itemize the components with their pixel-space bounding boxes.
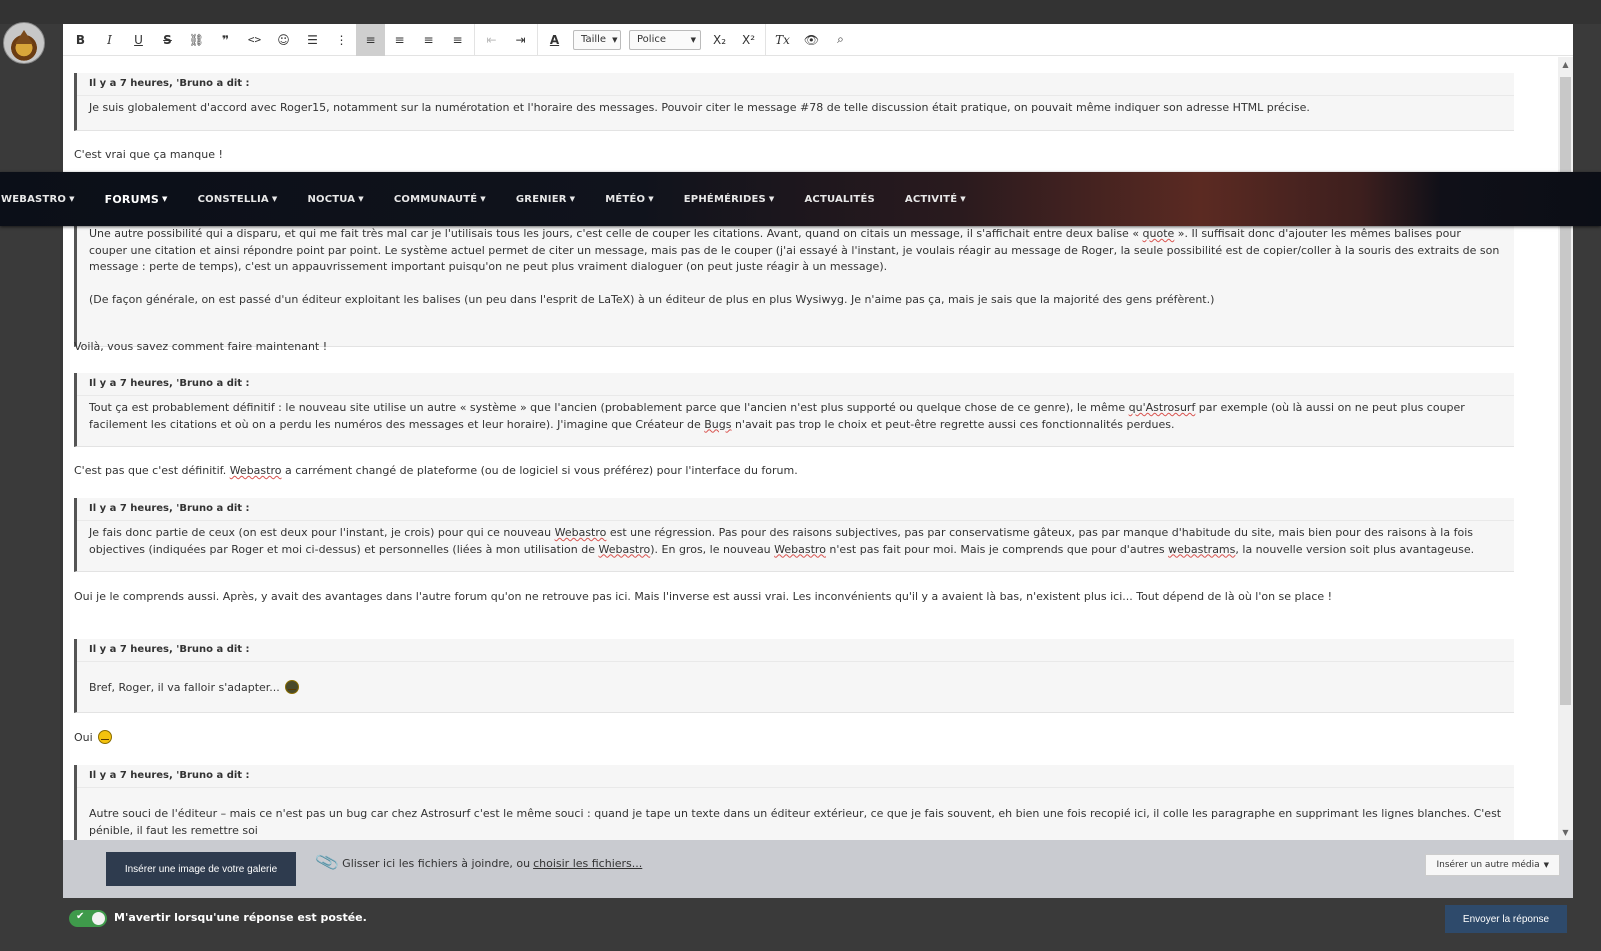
caret-down-icon: ▼ [648,195,654,203]
text-color-icon[interactable]: A [540,24,569,56]
bulleted-list-icon[interactable]: ☰ [298,24,327,56]
quote-block: Il y a 7 heures, 'Bruno a dit : Bref, Ro… [74,639,1514,713]
indent-icon[interactable]: ⇥ [506,24,535,56]
nav-actualites[interactable]: ACTUALITÉS [789,172,889,226]
quote-text: Je suis globalement d'accord avec Roger1… [89,101,1310,114]
link-icon[interactable]: ⛓ [182,24,211,56]
quote-text: Autre souci de l'éditeur – mais ce n'est… [89,807,1502,837]
toolbar-divider [537,23,538,56]
caret-down-icon: ▼ [358,195,364,203]
quote-icon[interactable]: ❞ [211,24,240,56]
nav-meteo[interactable]: MÉTÉO ▼ [590,172,669,226]
font-family-select[interactable]: Police ▼ [629,29,701,50]
reply-paragraph: Oui [74,730,1514,747]
file-drop-zone[interactable]: 📎 Glisser ici les fichiers à joindre, ou… [314,849,642,877]
drop-text: Glisser ici les fichiers à joindre, ou [342,856,531,870]
nav-noctua[interactable]: NOCTUA ▼ [292,172,378,226]
quote-header: Il y a 7 heures, 'Bruno a dit : [77,498,1514,521]
reply-paragraph: C'est vrai que ça manque ! [74,148,223,161]
user-avatar[interactable] [3,22,45,64]
caret-down-icon: ▼ [69,195,75,203]
insert-other-media-button[interactable]: Insérer un autre média ▼ [1425,854,1560,876]
quote-text: Je fais donc partie de ceux (on est deux… [89,526,1475,556]
quote-header: Il y a 7 heures, 'Bruno a dit : [77,639,1514,662]
quote-text: Une autre possibilité qui a disparu, et … [89,227,1500,273]
toggle-knob [92,912,105,925]
remove-format-icon[interactable]: Tx [768,24,797,56]
quote-block: Il y a 7 heures, 'Bruno a dit : Autre so… [74,765,1514,840]
underline-button[interactable]: U [124,24,153,56]
top-strip [0,0,1601,24]
emoji-icon [285,680,300,694]
footer-bar [0,898,1601,951]
nav-ephemerides[interactable]: EPHÉMÉRIDES ▼ [669,172,790,226]
caret-down-icon: ▼ [768,195,775,203]
paperclip-icon: 📎 [314,849,341,877]
subscript-icon[interactable]: X₂ [705,24,734,56]
align-left-icon[interactable]: ≡ [356,23,385,56]
align-right-icon[interactable]: ≡ [414,24,443,56]
nav-forums[interactable]: FORUMS ▼ [90,172,183,226]
code-icon[interactable]: <> [240,24,269,56]
send-reply-button[interactable]: Envoyer la réponse [1445,905,1567,933]
quote-text: (De façon générale, on est passé d'un éd… [89,292,1215,306]
chevron-down-icon: ▼ [612,35,618,44]
quote-block: Il y a 7 heures, 'Bruno a dit : Tout ça … [74,373,1514,447]
scroll-down-icon[interactable]: ▼ [1558,828,1573,837]
toolbar-divider [474,23,475,56]
rich-text-editor[interactable]: B I U S ⛓ ❞ <> ☺ ☰ ⋮ ≡ ≡ ≡ ≡ ⇤ ⇥ A Taill… [63,23,1573,840]
reply-paragraph: Oui je le comprends aussi. Après, y avai… [74,590,1333,603]
quote-block: Il y a 7 heures, 'Bruno a dit : Je suis … [74,73,1514,131]
emoji-icon[interactable]: ☺ [269,24,298,56]
editor-toolbar: B I U S ⛓ ❞ <> ☺ ☰ ⋮ ≡ ≡ ≡ ≡ ⇤ ⇥ A Taill… [63,23,1573,56]
caret-down-icon: ▼ [480,195,486,203]
caret-down-icon: ▼ [569,195,576,203]
caret-down-icon: ▼ [162,195,168,203]
nav-communaute[interactable]: COMMUNAUTÉ ▼ [379,172,501,226]
reply-paragraph: C'est pas que c'est définitif. Webastro … [74,464,798,477]
font-family-value: Police [637,34,666,45]
justify-icon[interactable]: ≡ [443,24,472,56]
scroll-up-icon[interactable]: ▲ [1558,60,1573,69]
notify-label: M'avertir lorsqu'une réponse est postée. [114,911,367,924]
attachment-bar: Insérer une image de votre galerie 📎 Gli… [63,840,1573,898]
outdent-icon[interactable]: ⇤ [477,24,506,56]
quote-block: Il y a 7 heures, 'Bruno a dit : Je fais … [74,498,1514,572]
nav-constellia[interactable]: CONSTELLIA ▼ [183,172,293,226]
caret-down-icon: ▼ [1543,861,1549,869]
quote-text: Tout ça est probablement définitif : le … [89,401,1465,431]
insert-gallery-image-button[interactable]: Insérer une image de votre galerie [106,852,296,886]
numbered-list-icon[interactable]: ⋮ [327,24,356,56]
nav-grenier[interactable]: GRENIER ▼ [501,172,590,226]
quote-header: Il y a 7 heures, 'Bruno a dit : [77,765,1514,788]
reply-paragraph: Voilà, vous savez comment faire maintena… [74,340,328,353]
quote-header: Il y a 7 heures, 'Bruno a dit : [77,373,1514,396]
preview-eye-icon[interactable]: 👁 [797,24,826,56]
toolbar-divider [765,23,766,56]
superscript-icon[interactable]: X² [734,24,763,56]
source-view-icon[interactable]: ⌕ [826,24,855,56]
font-size-select[interactable]: Taille ▼ [573,29,621,50]
font-size-value: Taille [581,34,607,45]
quote-text: Bref, Roger, il va falloir s'adapter... [89,680,1502,697]
notify-toggle[interactable]: ✔ [69,910,107,927]
check-icon: ✔ [76,911,85,922]
choose-files-link[interactable]: choisir les fichiers... [533,857,642,870]
caret-down-icon: ▼ [271,195,278,203]
nav-activite[interactable]: ACTIVITÉ ▼ [890,172,981,226]
caret-down-icon: ▼ [960,195,966,203]
site-navbar: WEBASTRO ▼ FORUMS ▼ CONSTELLIA ▼ NOCTUA ▼ CO… [0,172,1601,226]
quote-header: Il y a 7 heures, 'Bruno a dit : [77,73,1514,96]
chevron-down-icon: ▼ [690,35,696,44]
align-center-icon[interactable]: ≡ [385,24,414,56]
bold-button[interactable]: B [66,24,95,56]
italic-button[interactable]: I [95,24,124,56]
strikethrough-button[interactable]: S [153,24,182,56]
emoji-icon [98,730,113,744]
nav-webastro[interactable]: WEBASTRO ▼ [0,172,90,226]
